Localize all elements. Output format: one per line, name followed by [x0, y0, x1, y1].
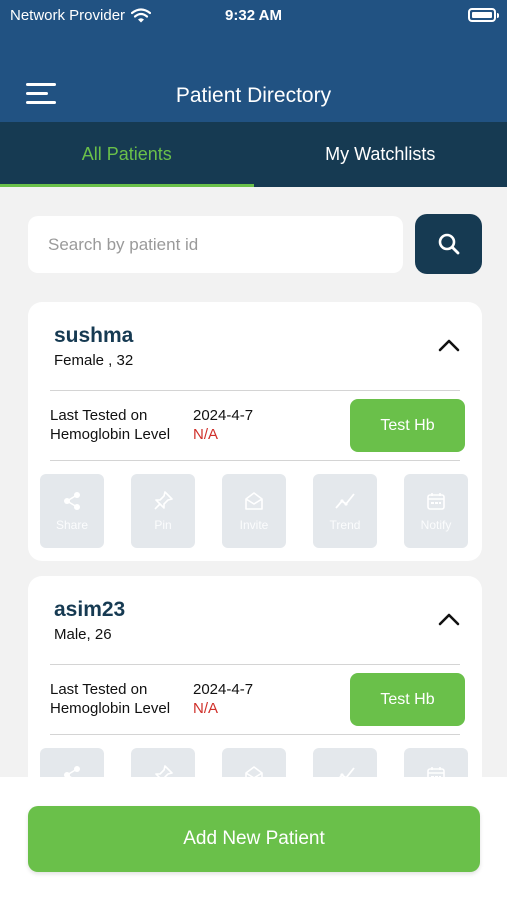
battery-icon [468, 8, 499, 22]
search-icon [438, 233, 459, 255]
pin-button[interactable]: Pin [131, 748, 195, 777]
chevron-up-icon[interactable] [438, 338, 460, 352]
pin-button[interactable]: Pin [131, 474, 195, 548]
action-row: Share Pin Invite Trend Notify [40, 474, 468, 548]
last-tested-value: 2024-4-7 [193, 407, 254, 424]
divider [50, 664, 460, 665]
trend-button[interactable]: Trend [313, 474, 377, 548]
hemoglobin-label: Hemoglobin Level [50, 700, 171, 717]
search-input[interactable] [48, 234, 403, 255]
trend-icon [335, 493, 355, 509]
patient-name: sushma [54, 324, 134, 347]
patient-name: asim23 [54, 598, 126, 621]
pin-icon [154, 491, 173, 510]
test-hb-button[interactable]: Test Hb [350, 673, 465, 726]
patient-gender-age: Female , 32 [54, 352, 134, 369]
trend-icon [339, 767, 355, 777]
tab-bar: All Patients My Watchlists [0, 122, 507, 187]
patient-card: asim23 Male, 26 Last Tested on 2024-4-7 … [28, 576, 482, 777]
notify-button[interactable]: Notify [404, 474, 468, 548]
status-time: 9:32 AM [225, 7, 282, 24]
divider [50, 460, 460, 461]
share-icon [64, 766, 80, 777]
bottom-bar: Add New Patient [0, 777, 507, 900]
notify-button[interactable]: Notify [404, 748, 468, 777]
action-row: Share Pin Invite Trend Notify [40, 748, 468, 777]
invite-button[interactable]: Invite [222, 748, 286, 777]
app-header: Patient Directory [0, 32, 507, 122]
last-tested-label: Last Tested on [50, 681, 148, 698]
hemoglobin-label: Hemoglobin Level [50, 426, 171, 443]
notify-label: Notify [420, 518, 452, 532]
test-hb-button[interactable]: Test Hb [350, 399, 465, 452]
tab-all-patients[interactable]: All Patients [0, 122, 254, 187]
hemoglobin-value: N/A [193, 426, 219, 443]
pin-label: Pin [154, 518, 172, 532]
pin-icon [155, 765, 173, 777]
trend-button[interactable]: Trend [313, 748, 377, 777]
share-button[interactable]: Share [40, 474, 104, 548]
envelope-icon [245, 766, 263, 777]
share-button[interactable]: Share [40, 748, 104, 777]
tab-my-watchlists[interactable]: My Watchlists [254, 122, 507, 187]
divider [50, 390, 460, 391]
status-bar: Network Provider 9:32 AM [0, 0, 507, 32]
invite-label: Invite [239, 518, 269, 532]
patient-list[interactable]: sushma Female , 32 Last Tested on 2024-4… [0, 187, 507, 777]
calendar-icon [427, 767, 445, 777]
add-new-patient-button[interactable]: Add New Patient [28, 806, 480, 872]
divider [50, 734, 460, 735]
search-button[interactable] [415, 214, 482, 274]
calendar-icon [427, 493, 445, 510]
share-icon [64, 492, 80, 510]
page-title: Patient Directory [175, 84, 332, 107]
last-tested-value: 2024-4-7 [193, 681, 254, 698]
patient-gender-age: Male, 26 [54, 626, 112, 643]
patient-card: sushma Female , 32 Last Tested on 2024-4… [28, 302, 482, 561]
trend-label: Trend [329, 518, 361, 532]
envelope-icon [245, 492, 263, 510]
search-field[interactable] [28, 216, 403, 273]
hemoglobin-value: N/A [193, 700, 219, 717]
share-label: Share [55, 518, 89, 532]
invite-button[interactable]: Invite [222, 474, 286, 548]
chevron-up-icon[interactable] [438, 612, 460, 626]
last-tested-label: Last Tested on [50, 407, 148, 424]
